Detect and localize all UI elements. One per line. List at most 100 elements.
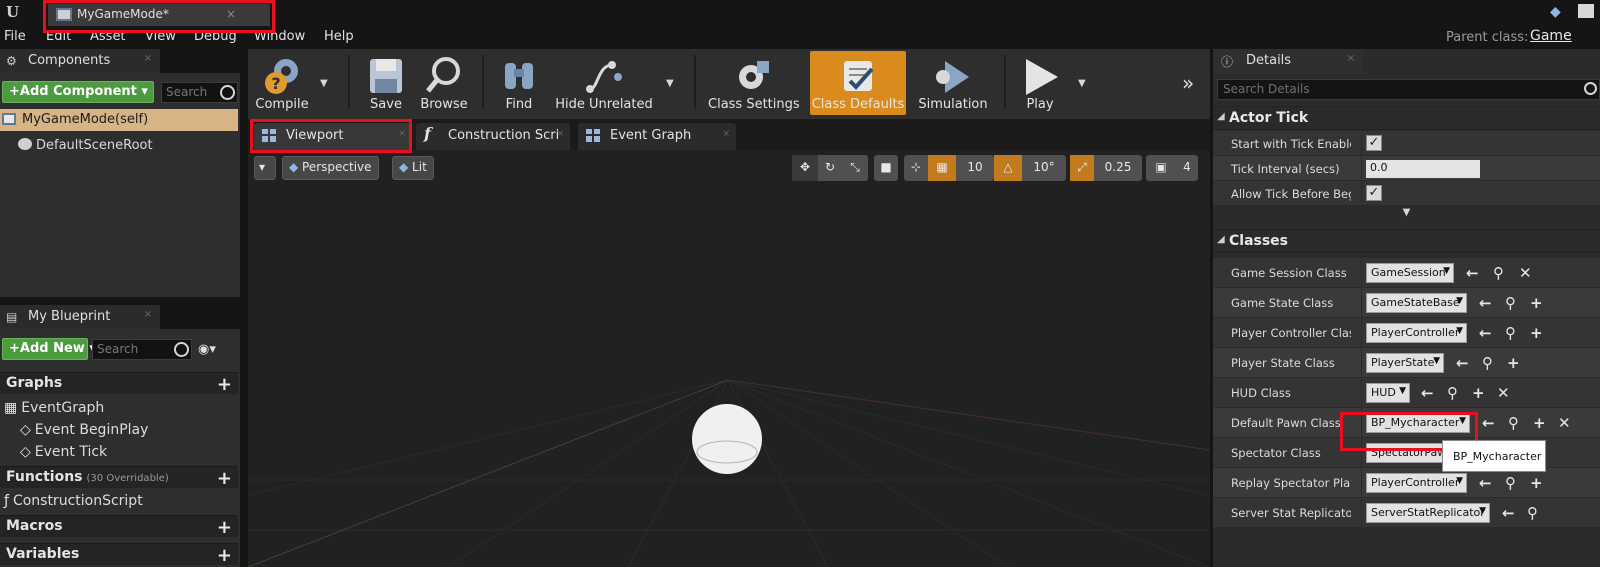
tree-item-event-beginplay[interactable]: ◇ Event BeginPlay: [20, 422, 148, 438]
class-combo[interactable]: PlayerController ▼: [1366, 473, 1467, 493]
class-settings-button[interactable]: Class Settings: [708, 51, 800, 115]
add-icon[interactable]: +: [1530, 474, 1543, 492]
use-selected-arrow-icon[interactable]: ←: [1482, 414, 1495, 432]
surface-snap-icon[interactable]: ⊹: [904, 155, 928, 181]
add-icon[interactable]: +: [1530, 294, 1543, 312]
my-blueprint-tab[interactable]: ▤ My Blueprint ×: [0, 305, 160, 329]
clear-icon[interactable]: ✕: [1497, 384, 1510, 402]
coordinate-space-button[interactable]: ■: [874, 155, 898, 181]
use-selected-arrow-icon[interactable]: ←: [1479, 474, 1492, 492]
save-button[interactable]: Save: [360, 51, 412, 115]
tick-interval-input[interactable]: 0.0: [1366, 160, 1480, 178]
add-variable-icon[interactable]: +: [217, 545, 232, 566]
close-icon[interactable]: ×: [556, 129, 564, 139]
start-with-tick-checkbox[interactable]: ✓: [1366, 135, 1382, 151]
add-icon[interactable]: +: [1472, 384, 1485, 402]
use-selected-arrow-icon[interactable]: ←: [1421, 384, 1434, 402]
variables-section-header[interactable]: Variables +: [0, 543, 238, 566]
eye-icon[interactable]: ◉▾: [198, 342, 216, 357]
class-combo[interactable]: GameSession ▼: [1366, 263, 1454, 283]
browse-icon[interactable]: ⚲: [1505, 294, 1516, 312]
functions-section-header[interactable]: Functions (30 Overridable) +: [0, 466, 238, 489]
compile-button[interactable]: ? Compile: [252, 51, 312, 115]
class-combo[interactable]: PlayerController ▼: [1366, 323, 1467, 343]
details-search-input[interactable]: Search Details: [1217, 79, 1600, 100]
components-search-input[interactable]: Search: [161, 82, 238, 103]
tree-item-construction-script[interactable]: ƒ ConstructionScript: [4, 493, 143, 509]
class-combo[interactable]: HUD ▼: [1366, 383, 1410, 403]
scale-icon[interactable]: ⤡: [842, 155, 868, 181]
allow-tick-checkbox[interactable]: ✓: [1366, 185, 1382, 201]
camera-speed-value[interactable]: 4: [1176, 155, 1198, 181]
blueprint-search-input[interactable]: Search: [92, 339, 192, 360]
class-combo[interactable]: GameStateBase ▼: [1366, 293, 1467, 313]
view-mode-button[interactable]: ◆ Perspective: [282, 156, 379, 180]
add-icon[interactable]: +: [1507, 354, 1520, 372]
actor-tick-header[interactable]: ◢ Actor Tick: [1213, 106, 1600, 130]
play-button[interactable]: Play: [1014, 51, 1066, 115]
add-graph-icon[interactable]: +: [217, 374, 232, 395]
use-selected-arrow-icon[interactable]: ←: [1456, 354, 1469, 372]
add-new-button[interactable]: +Add New ▾: [2, 338, 96, 360]
class-defaults-button[interactable]: Class Defaults: [810, 51, 906, 115]
translate-icon[interactable]: ✥: [792, 155, 818, 181]
camera-speed-icon[interactable]: ▣: [1146, 155, 1176, 181]
macros-section-header[interactable]: Macros +: [0, 515, 238, 538]
clear-icon[interactable]: ✕: [1558, 414, 1571, 432]
close-icon[interactable]: ×: [144, 53, 152, 64]
play-options-arrow[interactable]: ▼: [1078, 78, 1086, 89]
expand-advanced-icon[interactable]: ▼: [1213, 207, 1600, 223]
minimize-icon[interactable]: [1578, 4, 1594, 18]
rotation-snap-value[interactable]: 10°: [1022, 155, 1066, 181]
rotate-icon[interactable]: ↻: [818, 155, 842, 181]
hide-unrelated-options-arrow[interactable]: ▼: [666, 78, 674, 89]
find-button[interactable]: Find: [494, 51, 544, 115]
add-macro-icon[interactable]: +: [217, 517, 232, 538]
browse-icon[interactable]: ⚲: [1508, 414, 1519, 432]
browse-icon[interactable]: ⚲: [1447, 384, 1458, 402]
classes-header[interactable]: ◢ Classes: [1213, 229, 1600, 253]
use-selected-arrow-icon[interactable]: ←: [1479, 294, 1492, 312]
clear-icon[interactable]: ✕: [1519, 264, 1532, 282]
tab-construction-script[interactable]: f Construction Scrip ×: [416, 123, 570, 150]
add-icon[interactable]: +: [1530, 324, 1543, 342]
hide-unrelated-button[interactable]: Hide Unrelated: [554, 51, 654, 115]
scale-snap-value[interactable]: 0.25: [1094, 155, 1142, 181]
browse-icon[interactable]: ⚲: [1505, 474, 1516, 492]
browse-icon[interactable]: ⚲: [1493, 264, 1504, 282]
lighting-mode-button[interactable]: ◆ Lit: [392, 156, 434, 180]
close-icon[interactable]: ×: [1347, 53, 1355, 64]
graphs-section-header[interactable]: Graphs +: [0, 372, 238, 395]
viewport[interactable]: ▾ ◆ Perspective ◆ Lit ✥ ↻ ⤡ ■ ⊹ ▦ 10 △ 1…: [248, 150, 1210, 567]
feedback-icon[interactable]: ◆: [1550, 4, 1566, 20]
menu-file[interactable]: File: [4, 29, 26, 44]
toolbar-overflow-button[interactable]: »: [1182, 71, 1194, 95]
browse-button[interactable]: Browse: [416, 51, 472, 115]
use-selected-arrow-icon[interactable]: ←: [1479, 324, 1492, 342]
use-selected-arrow-icon[interactable]: ←: [1502, 504, 1515, 522]
tree-item-event-tick[interactable]: ◇ Event Tick: [20, 444, 107, 460]
tab-event-graph[interactable]: Event Graph ×: [578, 123, 736, 150]
component-row-default-scene-root[interactable]: DefaultSceneRoot: [18, 138, 153, 153]
parent-class-link[interactable]: Game: [1530, 28, 1572, 44]
use-selected-arrow-icon[interactable]: ←: [1466, 264, 1479, 282]
tree-item-eventgraph[interactable]: ▦ EventGraph: [4, 400, 104, 416]
add-component-button[interactable]: +Add Component ▾: [2, 81, 154, 103]
class-combo[interactable]: PlayerState ▼: [1366, 353, 1444, 373]
grid-snap-icon[interactable]: ▦: [928, 155, 956, 181]
close-icon[interactable]: ×: [144, 309, 152, 320]
scale-snap-icon[interactable]: ⤢: [1070, 155, 1094, 181]
menu-help[interactable]: Help: [324, 29, 354, 44]
close-icon[interactable]: ×: [722, 129, 730, 139]
simulation-button[interactable]: Simulation: [914, 51, 992, 115]
add-function-icon[interactable]: +: [217, 468, 232, 489]
compile-options-arrow[interactable]: ▼: [320, 78, 328, 89]
add-icon[interactable]: +: [1533, 414, 1546, 432]
browse-icon[interactable]: ⚲: [1527, 504, 1538, 522]
grid-snap-value[interactable]: 10: [956, 155, 994, 181]
details-tab[interactable]: ⓘ Details ×: [1213, 49, 1363, 74]
browse-icon[interactable]: ⚲: [1482, 354, 1493, 372]
class-combo[interactable]: ServerStatReplicator ▼: [1366, 503, 1490, 523]
browse-icon[interactable]: ⚲: [1505, 324, 1516, 342]
viewport-options-dropdown[interactable]: ▾: [254, 156, 276, 180]
